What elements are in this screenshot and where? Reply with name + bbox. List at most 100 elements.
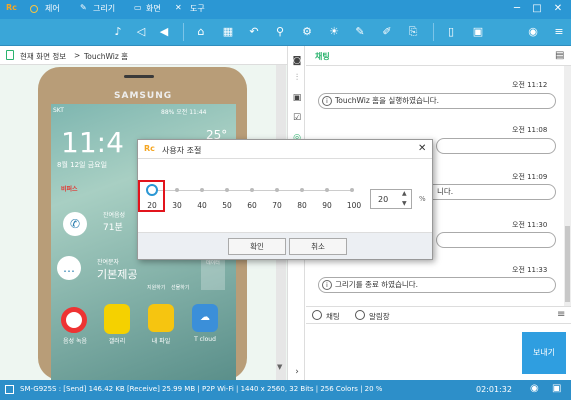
- message-time: 오전 11:08: [512, 126, 548, 134]
- dialog-titlebar: Rc 사용자 조절 ✕: [138, 140, 432, 159]
- app-label-files: 내 파일: [151, 338, 171, 345]
- tools-icon: ✕: [175, 3, 182, 12]
- tab-notice[interactable]: 알림장: [369, 311, 390, 322]
- toolbar: ♪ ◁ ◀ ⌂ ▦ ↶ ⚲ ⚙ ☀ ✎ ✐ ⎘ ▯ ▣ ◉ ≡: [0, 19, 571, 46]
- tab-chat[interactable]: 채팅: [326, 311, 340, 322]
- minimize-button[interactable]: ─: [510, 2, 524, 16]
- slider-tick: [225, 188, 229, 192]
- tick-label: 90: [322, 201, 332, 210]
- message-text: TouchWiz 홈을 실행하였습니다.: [335, 96, 440, 105]
- camera-icon[interactable]: ◉: [530, 383, 539, 394]
- message-text: 니다.: [437, 187, 454, 196]
- settings-icon[interactable]: ⚙: [299, 24, 315, 40]
- status-bar: SM-G925S : [Send] 146.42 KB [Receive] 25…: [0, 380, 571, 400]
- chat-title: 채팅: [315, 52, 330, 61]
- tick-label: 80: [297, 201, 307, 210]
- message-time: 오전 11:09: [512, 173, 548, 181]
- device-icon: [6, 50, 14, 60]
- value-stepper[interactable]: 20 ▲ ▼: [370, 189, 412, 209]
- volume-up-icon[interactable]: ◀: [156, 24, 172, 40]
- info-icon: i: [322, 96, 332, 106]
- user-adjust-dialog: Rc 사용자 조절 ✕ 20 30 40 50 60 70 80 90 100 …: [137, 139, 433, 260]
- chip-icon[interactable]: ▣: [291, 92, 303, 104]
- cancel-button[interactable]: 취소: [289, 238, 347, 255]
- message-time: 오전 11:33: [512, 266, 548, 274]
- tick-label: 60: [247, 201, 257, 210]
- breadcrumb-separator: >: [74, 51, 81, 60]
- support-button[interactable]: 지원하기: [147, 284, 165, 291]
- app-label-gallery: 갤러리: [108, 338, 126, 345]
- message-time: 오전 11:12: [512, 81, 548, 89]
- voice-value: 71분: [103, 223, 123, 233]
- scroll-down-icon[interactable]: ▼: [277, 363, 282, 371]
- chat-message: i 그리기를 종료 하였습니다.: [318, 277, 556, 293]
- camera-icon[interactable]: ◙: [291, 55, 303, 67]
- pen-tool-icon[interactable]: ✎: [352, 24, 368, 40]
- mute-icon[interactable]: ♪: [110, 24, 126, 40]
- message-icon[interactable]: …: [57, 256, 81, 280]
- phone-clock: 11:4: [61, 126, 124, 159]
- scroll-thumb[interactable]: [565, 226, 570, 302]
- sliders-icon[interactable]: ⫶: [291, 72, 303, 84]
- slider-tick: [300, 188, 304, 192]
- stepper-up-icon[interactable]: ▲: [402, 190, 407, 197]
- ok-button[interactable]: 확인: [228, 238, 286, 255]
- pen-icon: ✎: [80, 3, 87, 12]
- menu-draw[interactable]: 그리기: [93, 3, 115, 14]
- breadcrumb-current: 현재 화면 정보: [20, 52, 67, 61]
- dialog-close-icon[interactable]: ✕: [418, 143, 426, 154]
- screen-record-icon[interactable]: ▣: [552, 383, 561, 394]
- breadcrumb: 현재 화면 정보 > TouchWiz 홈: [0, 46, 287, 65]
- copy-icon[interactable]: ⎘: [405, 24, 421, 40]
- notepad-icon[interactable]: ▤: [555, 50, 564, 61]
- my-files-icon[interactable]: [148, 304, 174, 332]
- slider-tick: [175, 188, 179, 192]
- sms-value: 기본제공: [97, 268, 138, 281]
- carrier-label: SKT: [53, 107, 64, 114]
- back-icon[interactable]: ↶: [246, 24, 262, 40]
- phone-brand: SAMSUNG: [114, 91, 173, 101]
- phone-icon[interactable]: ▯: [443, 24, 459, 40]
- chat-header: 채팅 ▤: [306, 46, 571, 66]
- chat-message: 니다.: [424, 184, 556, 200]
- menu-tools[interactable]: 도구: [190, 3, 205, 14]
- phone-date: 8월 12일 금요일: [57, 161, 108, 169]
- search-icon[interactable]: ⚲: [272, 24, 288, 40]
- t-cloud-icon[interactable]: ☁: [192, 304, 218, 332]
- screen-icon: ▭: [134, 3, 142, 12]
- sim-icon[interactable]: ▣: [470, 24, 486, 40]
- hamburger-icon[interactable]: ≡: [551, 24, 567, 40]
- chat-message: [436, 232, 556, 248]
- menu-screen[interactable]: 화면: [146, 3, 161, 14]
- phone-status: 88% 오전 11:44: [161, 109, 207, 116]
- breadcrumb-page: TouchWiz 홈: [84, 52, 129, 61]
- slider-tick: [350, 188, 354, 192]
- close-button[interactable]: ✕: [551, 2, 565, 16]
- tick-label: 70: [272, 201, 282, 210]
- apps-icon[interactable]: ▦: [220, 24, 236, 40]
- send-button[interactable]: 보내기: [522, 332, 566, 374]
- dialog-logo: Rc: [144, 144, 155, 153]
- message-time: 오전 11:30: [512, 221, 548, 229]
- brightness-icon[interactable]: ☀: [326, 24, 342, 40]
- sms-label: 잔여문자: [97, 259, 120, 266]
- menu-control[interactable]: 제어: [45, 3, 60, 14]
- chat-scrollbar[interactable]: [564, 66, 571, 306]
- collapse-icon[interactable]: ›: [291, 366, 303, 378]
- gift-button[interactable]: 선물하기: [171, 284, 189, 291]
- home-icon[interactable]: ⌂: [193, 24, 209, 40]
- checklist-icon[interactable]: ☑: [291, 112, 303, 124]
- menu-bar: Rc 제어 ✎ 그리기 ▭ 화면 ✕ 도구 ─ □ ✕: [0, 0, 571, 19]
- tab-menu-icon[interactable]: ≡: [557, 309, 565, 320]
- dialog-footer: 확인 취소: [138, 232, 432, 259]
- app-label-tcloud: T cloud: [194, 336, 216, 343]
- stepper-down-icon[interactable]: ▼: [402, 200, 407, 207]
- chat-message: [436, 138, 556, 154]
- clear-icon[interactable]: ✐: [379, 24, 395, 40]
- voice-recorder-icon[interactable]: [61, 307, 87, 333]
- gallery-icon[interactable]: [104, 304, 130, 334]
- call-icon[interactable]: ✆: [63, 212, 87, 236]
- maximize-button[interactable]: □: [530, 2, 544, 16]
- camera-icon[interactable]: ◉: [525, 24, 541, 40]
- volume-down-icon[interactable]: ◁: [133, 24, 149, 40]
